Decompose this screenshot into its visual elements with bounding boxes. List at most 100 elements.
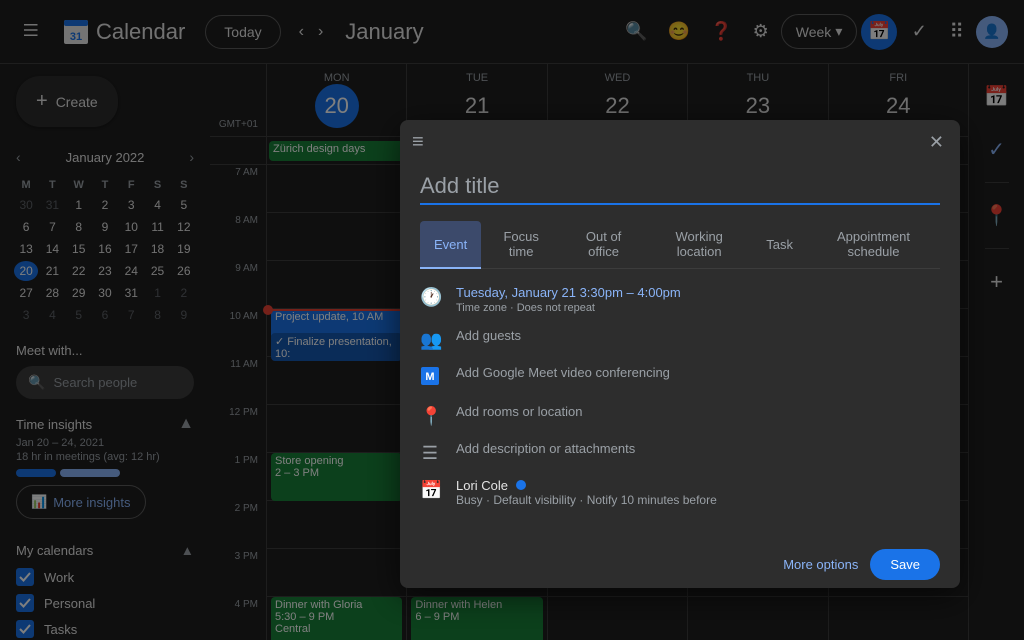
mini-cal-day[interactable]: 1 xyxy=(67,195,91,215)
tab-out-of-office[interactable]: Out of office xyxy=(561,221,646,269)
calendar-item[interactable]: Work xyxy=(16,564,194,590)
mini-cal-day[interactable]: 19 xyxy=(172,239,196,259)
mini-cal-day[interactable]: 13 xyxy=(14,239,38,259)
calendar-event[interactable]: Store opening 2 – 3 PM xyxy=(271,453,402,501)
right-panel-add-button[interactable]: + xyxy=(982,261,1011,303)
day-col-mon[interactable]: Project update, 10 AM✓ Finalize presenta… xyxy=(266,165,406,640)
tasks-view-icon-button[interactable]: ✓ xyxy=(901,14,937,50)
modal-tabs: Event Focus time Out of office Working l… xyxy=(420,221,940,269)
more-insights-button[interactable]: 📊 More insights xyxy=(16,485,146,519)
apps-button[interactable]: ⠿ xyxy=(941,11,972,52)
add-guests-action[interactable]: Add guests xyxy=(456,328,940,343)
next-arrow[interactable]: › xyxy=(312,17,329,47)
right-panel-check-icon[interactable]: ✓ xyxy=(980,129,1013,170)
mini-cal-day[interactable]: 27 xyxy=(14,283,38,303)
mini-cal-day[interactable]: 4 xyxy=(40,305,64,325)
mini-cal-day[interactable]: 7 xyxy=(119,305,143,325)
mini-cal-next[interactable]: › xyxy=(185,147,198,167)
left-sidebar: + Create ‹ January 2022 › MTWTFSS 303112… xyxy=(0,64,210,640)
mini-cal-day[interactable]: 5 xyxy=(172,195,196,215)
mini-cal-day[interactable]: 4 xyxy=(145,195,169,215)
hour-line xyxy=(688,597,827,640)
tab-task[interactable]: Task xyxy=(752,221,807,269)
mini-cal-day[interactable]: 28 xyxy=(40,283,64,303)
calendar-event[interactable]: Dinner with Gloria 5:30 – 9 PM Central xyxy=(271,597,402,640)
mini-cal-day[interactable]: 29 xyxy=(67,283,91,303)
mini-cal-day[interactable]: 7 xyxy=(40,217,64,237)
calendar-color-dot xyxy=(516,480,526,490)
mini-cal-day[interactable]: 5 xyxy=(67,305,91,325)
event-datetime[interactable]: Tuesday, January 21 3:30pm – 4:00pm xyxy=(456,285,940,300)
mini-cal-day[interactable]: 8 xyxy=(67,217,91,237)
mini-cal-day[interactable]: 9 xyxy=(172,305,196,325)
calendar-view-icon-button[interactable]: 📅 xyxy=(861,14,897,50)
mini-cal-day[interactable]: 17 xyxy=(119,239,143,259)
right-panel-location-icon[interactable]: 📍 xyxy=(976,195,1017,236)
mini-cal-day[interactable]: 31 xyxy=(40,195,64,215)
mini-cal-day[interactable]: 16 xyxy=(93,239,117,259)
add-meet-action[interactable]: Add Google Meet video conferencing xyxy=(456,365,940,380)
mini-cal-day[interactable]: 25 xyxy=(145,261,169,281)
mini-cal-day[interactable]: 12 xyxy=(172,217,196,237)
mini-cal-day[interactable]: 22 xyxy=(67,261,91,281)
modal-close-button[interactable]: ✕ xyxy=(925,128,948,157)
mini-cal-day[interactable]: 14 xyxy=(40,239,64,259)
settings-button[interactable]: ⚙ xyxy=(745,13,777,50)
add-location-action[interactable]: Add rooms or location xyxy=(456,404,940,419)
mini-cal-day[interactable]: 2 xyxy=(172,283,196,303)
mini-cal-day[interactable]: 15 xyxy=(67,239,91,259)
help-button[interactable]: ❓ xyxy=(702,13,740,50)
right-panel-calendar-icon[interactable]: 📅 xyxy=(976,76,1017,117)
search-people-input[interactable]: 🔍 Search people xyxy=(16,366,194,399)
mini-cal-day[interactable]: 9 xyxy=(93,217,117,237)
save-button[interactable]: Save xyxy=(870,549,940,580)
mini-cal-day[interactable]: 8 xyxy=(145,305,169,325)
guests-icon: 👥 xyxy=(420,330,440,351)
event-title-input[interactable] xyxy=(420,165,940,205)
today-button[interactable]: Today xyxy=(205,15,280,49)
my-calendars-collapse[interactable]: ▲ xyxy=(181,543,194,558)
all-day-cell-mon[interactable]: Zürich design days xyxy=(266,137,406,164)
menu-button[interactable] xyxy=(16,13,50,50)
tab-working-location[interactable]: Working location xyxy=(646,221,752,269)
mini-cal-day[interactable]: 30 xyxy=(14,195,38,215)
calendar-event[interactable]: ✓ Finalize presentation, 10: xyxy=(271,333,402,361)
calendar-event[interactable]: Dinner with Helen 6 – 9 PM xyxy=(411,597,542,640)
month-title: January xyxy=(345,19,605,45)
calendar-item[interactable]: Personal xyxy=(16,590,194,616)
mini-cal-day[interactable]: 23 xyxy=(93,261,117,281)
mini-cal-day[interactable]: 10 xyxy=(119,217,143,237)
mini-cal-day[interactable]: 3 xyxy=(14,305,38,325)
tab-focus-time[interactable]: Focus time xyxy=(481,221,561,269)
add-description-action[interactable]: Add description or attachments xyxy=(456,441,940,456)
mini-cal-day[interactable]: 3 xyxy=(119,195,143,215)
mini-cal-day[interactable]: 21 xyxy=(40,261,64,281)
emoji-button[interactable]: 😊 xyxy=(660,13,698,50)
mini-cal-day[interactable]: 24 xyxy=(119,261,143,281)
prev-arrow[interactable]: ‹ xyxy=(293,17,310,47)
mini-cal-day[interactable]: 2 xyxy=(93,195,117,215)
tab-appointment[interactable]: Appointment schedule xyxy=(807,221,940,269)
tab-event[interactable]: Event xyxy=(420,221,481,269)
search-button[interactable]: 🔍 xyxy=(617,13,655,50)
mini-cal-day[interactable]: 18 xyxy=(145,239,169,259)
insights-collapse-button[interactable]: ▲ xyxy=(178,415,194,433)
user-avatar[interactable]: 👤 xyxy=(976,16,1008,48)
mini-cal-day[interactable]: 26 xyxy=(172,261,196,281)
time-label: 2 PM xyxy=(235,503,258,514)
create-button[interactable]: + Create xyxy=(16,76,118,127)
mini-cal-day[interactable]: 30 xyxy=(93,283,117,303)
day-num-20[interactable]: 20 xyxy=(315,84,359,128)
more-options-button[interactable]: More options xyxy=(783,557,858,572)
time-label: 9 AM xyxy=(235,263,258,274)
calendar-item[interactable]: Tasks xyxy=(16,616,194,640)
view-selector[interactable]: Week ▾ xyxy=(781,14,858,49)
mini-cal-day[interactable]: 6 xyxy=(14,217,38,237)
mini-cal-day[interactable]: 20 xyxy=(14,261,38,281)
modal-drag-handle[interactable]: ≡ xyxy=(412,131,424,154)
mini-cal-day[interactable]: 6 xyxy=(93,305,117,325)
mini-cal-day[interactable]: 1 xyxy=(145,283,169,303)
mini-cal-day[interactable]: 11 xyxy=(145,217,169,237)
mini-cal-prev[interactable]: ‹ xyxy=(12,147,25,167)
mini-cal-day[interactable]: 31 xyxy=(119,283,143,303)
